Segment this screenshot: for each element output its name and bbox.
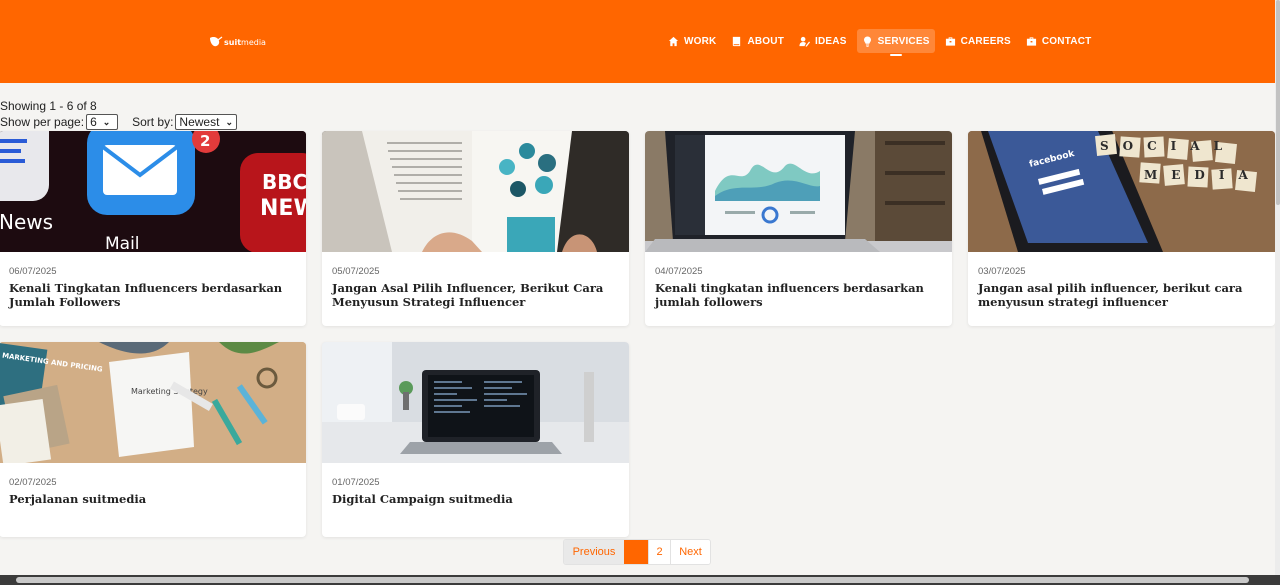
post-date: 01/07/2025 (332, 477, 380, 488)
per-page-label: Show per page: (0, 115, 85, 129)
page-1-button[interactable]: 1 (624, 540, 648, 564)
post-date: 04/07/2025 (655, 266, 703, 277)
book-icon (733, 36, 741, 46)
nav-label: SERVICES (877, 35, 930, 47)
laptop-code-photo (322, 342, 629, 463)
site-header: suitmedia WORK ABOUT IDEAS SERVICES CARE… (0, 0, 1275, 83)
nav-label: CAREERS (960, 35, 1011, 47)
svg-text:NEWS: NEWS (260, 196, 306, 221)
post-card[interactable]: 05/07/2025 Jangan Asal Pilih Influencer,… (322, 131, 629, 326)
svg-text:SOCIAL: SOCIAL (1100, 139, 1236, 153)
post-date: 03/07/2025 (978, 266, 1026, 277)
pagination: Previous 1 2 Next (563, 539, 711, 565)
social-media-tiles-photo: facebook SOCIAL MEDIA (968, 131, 1275, 252)
lightbulb-icon (863, 35, 871, 47)
svg-text:News: News (0, 210, 53, 234)
next-page-button[interactable]: Next (670, 540, 710, 564)
post-title[interactable]: Kenali tingkatan influencers berdasarkan… (655, 281, 940, 309)
post-title[interactable]: Kenali Tingkatan Influencers berdasarkan… (9, 281, 294, 309)
results-count: Showing 1 - 6 of 8 (0, 99, 97, 113)
laptop-analytics-photo (645, 131, 952, 252)
nav-item-work[interactable]: WORK (663, 29, 721, 53)
briefcase-icon (945, 36, 955, 46)
open-book-photo (322, 131, 629, 252)
email-app-icons-photo: News Mail 2 BBC NEWS (0, 131, 306, 252)
nav-item-careers[interactable]: CAREERS (940, 29, 1016, 53)
svg-text:MEDIA: MEDIA (1144, 168, 1262, 182)
previous-page-button[interactable]: Previous (564, 540, 624, 564)
briefcase-icon (1026, 36, 1036, 46)
marketing-desk-photo: MARKETING AND PRICING Marketing Strategy (0, 342, 306, 463)
post-date: 02/07/2025 (9, 477, 57, 488)
nav-item-ideas[interactable]: IDEAS (794, 29, 852, 53)
post-card[interactable]: 04/07/2025 Kenali tingkatan influencers … (645, 131, 952, 326)
horizontal-scrollbar-thumb[interactable] (16, 577, 1249, 583)
svg-text:2: 2 (200, 132, 210, 150)
sort-label: Sort by: (132, 115, 174, 129)
svg-text:Mail: Mail (105, 234, 140, 252)
listing-controls: Show per page: 6 ⌄ Sort by: Newest ⌄ (0, 114, 237, 130)
logo-leaf-icon (210, 36, 223, 47)
nav-item-contact[interactable]: CONTACT (1021, 29, 1097, 53)
chevron-down-icon: ⌄ (102, 116, 111, 127)
post-title[interactable]: Perjalanan suitmedia (9, 492, 294, 506)
post-title[interactable]: Jangan Asal Pilih Influencer, Berikut Ca… (332, 281, 617, 309)
post-card[interactable]: facebook SOCIAL MEDIA 03/07/2025 Jangan … (968, 131, 1275, 326)
logo-text: suitmedia (224, 37, 266, 47)
svg-text:BBC: BBC (262, 170, 306, 194)
post-title[interactable]: Jangan asal pilih influencer, berikut ca… (978, 281, 1263, 309)
nav-label: IDEAS (815, 35, 847, 47)
post-date: 05/07/2025 (332, 266, 380, 277)
post-date: 06/07/2025 (9, 266, 57, 277)
user-edit-icon (799, 36, 811, 47)
post-title[interactable]: Digital Campaign suitmedia (332, 492, 617, 506)
per-page-select[interactable]: 6 ⌄ (86, 114, 119, 130)
home-icon (668, 36, 679, 46)
sort-select[interactable]: Newest ⌄ (175, 114, 237, 130)
main-nav: WORK ABOUT IDEAS SERVICES CAREERS CONTAC… (663, 29, 1101, 56)
vertical-scrollbar-thumb[interactable] (1276, 0, 1280, 205)
nav-label: ABOUT (747, 35, 785, 47)
logo[interactable]: suitmedia (209, 33, 266, 51)
post-card[interactable]: News Mail 2 BBC NEWS 06/07/2025 Kenali T… (0, 131, 306, 326)
page-2-button[interactable]: 2 (648, 540, 670, 564)
chevron-down-icon: ⌄ (225, 116, 233, 127)
post-card[interactable]: 01/07/2025 Digital Campaign suitmedia (322, 342, 629, 537)
nav-item-services[interactable]: SERVICES (856, 29, 935, 56)
nav-label: WORK (684, 35, 717, 47)
nav-label: CONTACT (1041, 35, 1092, 47)
post-card[interactable]: MARKETING AND PRICING Marketing Strategy… (0, 342, 306, 537)
nav-item-about[interactable]: ABOUT (726, 29, 789, 53)
